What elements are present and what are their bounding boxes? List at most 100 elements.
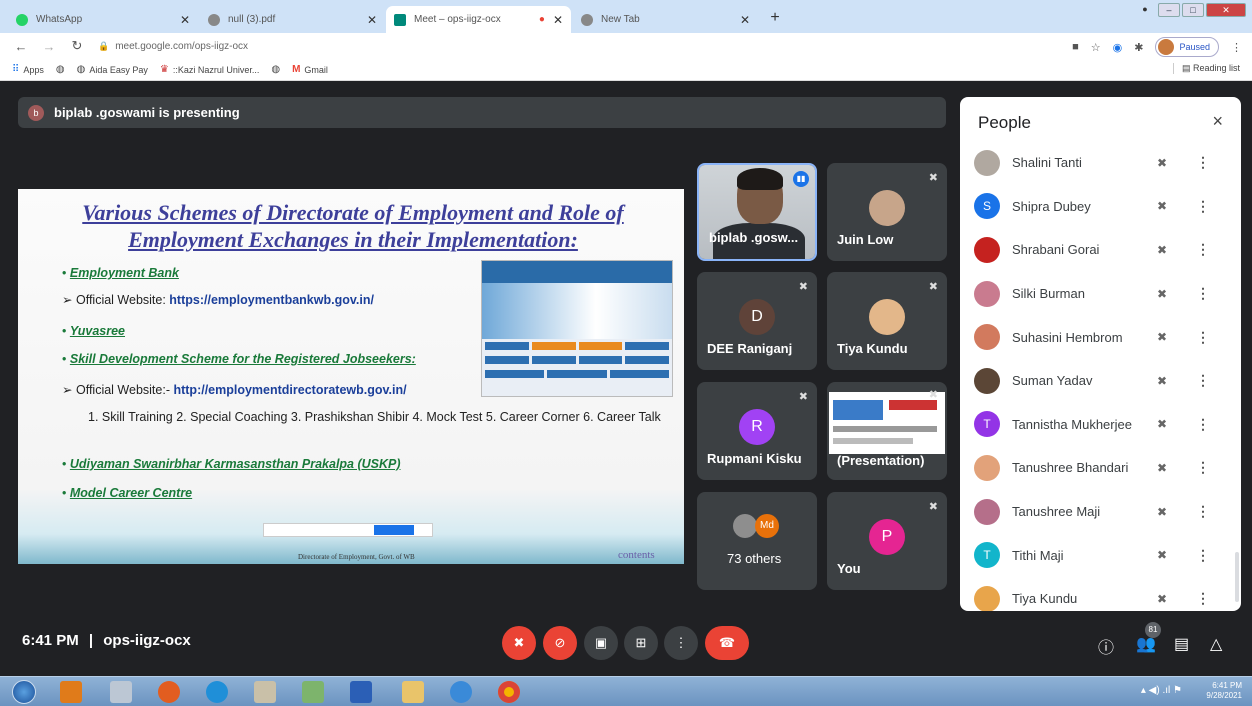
participant-row[interactable]: Tanushree Maji ✖ ⋮ <box>960 490 1241 534</box>
more-options-icon[interactable]: ⋮ <box>1196 503 1210 520</box>
participant-row[interactable]: Shrabani Gorai ✖ ⋮ <box>960 228 1241 272</box>
start-button[interactable] <box>12 680 36 704</box>
tab-new-tab[interactable]: New Tab ✕ <box>573 6 758 33</box>
participant-tile-others[interactable]: Md 73 others <box>697 492 817 590</box>
firefox-icon[interactable] <box>158 681 180 703</box>
mic-off-icon: ✖ <box>1157 504 1168 519</box>
outlook-icon[interactable] <box>60 681 82 703</box>
more-options-icon[interactable]: ⋮ <box>1196 590 1210 607</box>
more-options-button[interactable]: ⋮ <box>664 626 698 660</box>
participant-name: Tiya Kundu <box>837 341 908 356</box>
participant-row[interactable]: Tanushree Bhandari ✖ ⋮ <box>960 446 1241 490</box>
more-options-icon[interactable]: ⋮ <box>1196 241 1210 258</box>
more-options-icon[interactable]: ⋮ <box>1196 198 1210 215</box>
mic-off-icon: ✖ <box>928 281 938 293</box>
menu-dots-icon[interactable]: ⋮ <box>1231 41 1242 54</box>
more-options-icon[interactable]: ⋮ <box>1196 372 1210 389</box>
bookmark-kazi[interactable]: ♛::Kazi Nazrul Univer... <box>160 64 260 75</box>
participant-row[interactable]: S Shipra Dubey ✖ ⋮ <box>960 185 1241 229</box>
meeting-code: ops-iigz-ocx <box>103 632 191 649</box>
maximize-button[interactable]: □ <box>1182 3 1204 17</box>
more-options-icon[interactable]: ⋮ <box>1196 416 1210 433</box>
star-icon[interactable]: ☆ <box>1091 41 1101 54</box>
bookmark-globe-2[interactable]: ◍ <box>271 64 280 75</box>
close-tab-icon[interactable]: ✕ <box>553 13 563 27</box>
bookmark-gmail[interactable]: M Gmail <box>292 64 328 75</box>
clock[interactable]: 6:41 PM 9/28/2021 <box>1206 681 1242 701</box>
extension-icon[interactable]: ◉ <box>1113 41 1123 54</box>
participant-row[interactable]: Silki Burman ✖ ⋮ <box>960 272 1241 316</box>
minimize-button[interactable]: – <box>1158 3 1180 17</box>
excel-icon[interactable] <box>302 681 324 703</box>
more-options-icon[interactable]: ⋮ <box>1196 285 1210 302</box>
meeting-details-button[interactable]: ⓘ <box>1098 634 1114 658</box>
reading-list[interactable]: ▤ Reading list <box>1172 63 1240 74</box>
present-icon: ✖ <box>928 389 938 401</box>
slide-item-website-1: ➢ Official Website: https://employmentba… <box>62 292 374 307</box>
close-icon[interactable]: × <box>1212 111 1223 132</box>
participant-row[interactable]: Shalini Tanti ✖ ⋮ <box>960 141 1241 185</box>
participant-row[interactable]: T Tannistha Mukherjee ✖ ⋮ <box>960 403 1241 447</box>
participant-name: Juin Low <box>837 232 894 247</box>
camera-icon[interactable]: ■ <box>1072 41 1079 53</box>
system-tray-icons[interactable]: ▴ ◀) .ıl ⚑ <box>1141 685 1182 696</box>
scrollbar[interactable] <box>1235 552 1239 602</box>
more-options-icon[interactable]: ⋮ <box>1196 154 1210 171</box>
presentation-slide[interactable]: Various Schemes of Directorate of Employ… <box>18 189 684 564</box>
edge-icon[interactable] <box>206 681 228 703</box>
close-window-button[interactable]: ✕ <box>1206 3 1246 17</box>
participant-name: Suhasini Hembrom <box>1012 329 1123 345</box>
participant-tile-biplab[interactable]: ▮▮ biplab .gosw... <box>697 163 817 261</box>
forward-arrow-icon[interactable]: → <box>42 39 56 54</box>
avatar <box>733 514 757 538</box>
more-options-icon[interactable]: ⋮ <box>1196 547 1210 564</box>
puzzle-icon[interactable]: ✱ <box>1134 41 1143 54</box>
participant-tile-dee-raniganj[interactable]: ✖ D DEE Raniganj <box>697 272 817 370</box>
captions-button[interactable]: ▣ <box>584 626 618 660</box>
participant-tile-presentation[interactable]: ✖ (Presentation) <box>827 382 947 480</box>
close-tab-icon[interactable]: ✕ <box>367 13 377 27</box>
present-button[interactable]: ⊞ <box>624 626 658 660</box>
bookmark-aida[interactable]: ◍ Aida Easy Pay <box>77 64 148 75</box>
people-panel: People × Shalini Tanti ✖ ⋮ S Shipra Dubey ✖ ⋮ S… <box>960 97 1241 611</box>
activities-icon: △ <box>1210 636 1223 653</box>
chrome-icon[interactable] <box>498 681 520 703</box>
mic-off-icon: ✖ <box>1157 591 1168 606</box>
participant-row[interactable]: Suhasini Hembrom ✖ ⋮ <box>960 315 1241 359</box>
url-field[interactable]: 🔒 meet.google.com/ops-iigz-ocx <box>98 41 248 52</box>
participant-tile-you[interactable]: ✖ P You <box>827 492 947 590</box>
word-icon[interactable] <box>350 681 372 703</box>
tab-pdf[interactable]: null (3).pdf ✕ <box>200 6 385 33</box>
ie-icon[interactable] <box>450 681 472 703</box>
participant-tile-tiya-kundu[interactable]: ✖ Tiya Kundu <box>827 272 947 370</box>
tab-whatsapp[interactable]: WhatsApp ✕ <box>8 6 198 33</box>
profile-button[interactable]: Paused <box>1155 37 1219 57</box>
participant-row[interactable]: Tiya Kundu ✖ ⋮ <box>960 577 1241 611</box>
activities-button[interactable]: △ <box>1210 634 1222 654</box>
more-options-icon[interactable]: ⋮ <box>1196 329 1210 346</box>
new-tab-button[interactable]: + <box>765 9 785 29</box>
participant-row[interactable]: T Tithi Maji ✖ ⋮ <box>960 533 1241 577</box>
camera-toggle-button[interactable]: ⊘ <box>543 626 577 660</box>
participant-tile-juin-low[interactable]: ✖ Juin Low <box>827 163 947 261</box>
paint-icon[interactable] <box>254 681 276 703</box>
participant-row[interactable]: Suman Yadav ✖ ⋮ <box>960 359 1241 403</box>
close-tab-icon[interactable]: ✕ <box>740 13 750 27</box>
bookmark-apps[interactable]: ⠿ Apps <box>12 64 44 75</box>
meeting-info: 6:41 PM | ops-iigz-ocx <box>22 632 191 649</box>
bookmark-label: Gmail <box>304 64 328 75</box>
folder-icon[interactable] <box>402 681 424 703</box>
calculator-icon[interactable] <box>110 681 132 703</box>
back-arrow-icon[interactable]: ← <box>14 39 28 54</box>
tab-meet[interactable]: Meet – ops-iigz-ocx ● ✕ <box>386 6 571 33</box>
reload-icon[interactable]: ↻ <box>70 38 84 54</box>
bookmark-globe[interactable]: ◍ <box>56 64 65 75</box>
chat-button[interactable]: ▤ <box>1174 634 1189 654</box>
close-tab-icon[interactable]: ✕ <box>180 13 190 27</box>
more-options-icon[interactable]: ⋮ <box>1196 459 1210 476</box>
leave-call-button[interactable]: ☎ <box>705 626 749 660</box>
mic-toggle-button[interactable]: ✖ <box>502 626 536 660</box>
participant-name: DEE Raniganj <box>707 341 793 356</box>
participant-tile-rupmani-kisku[interactable]: ✖ R Rupmani Kisku <box>697 382 817 480</box>
slide-contents-link[interactable]: contents <box>618 549 655 561</box>
